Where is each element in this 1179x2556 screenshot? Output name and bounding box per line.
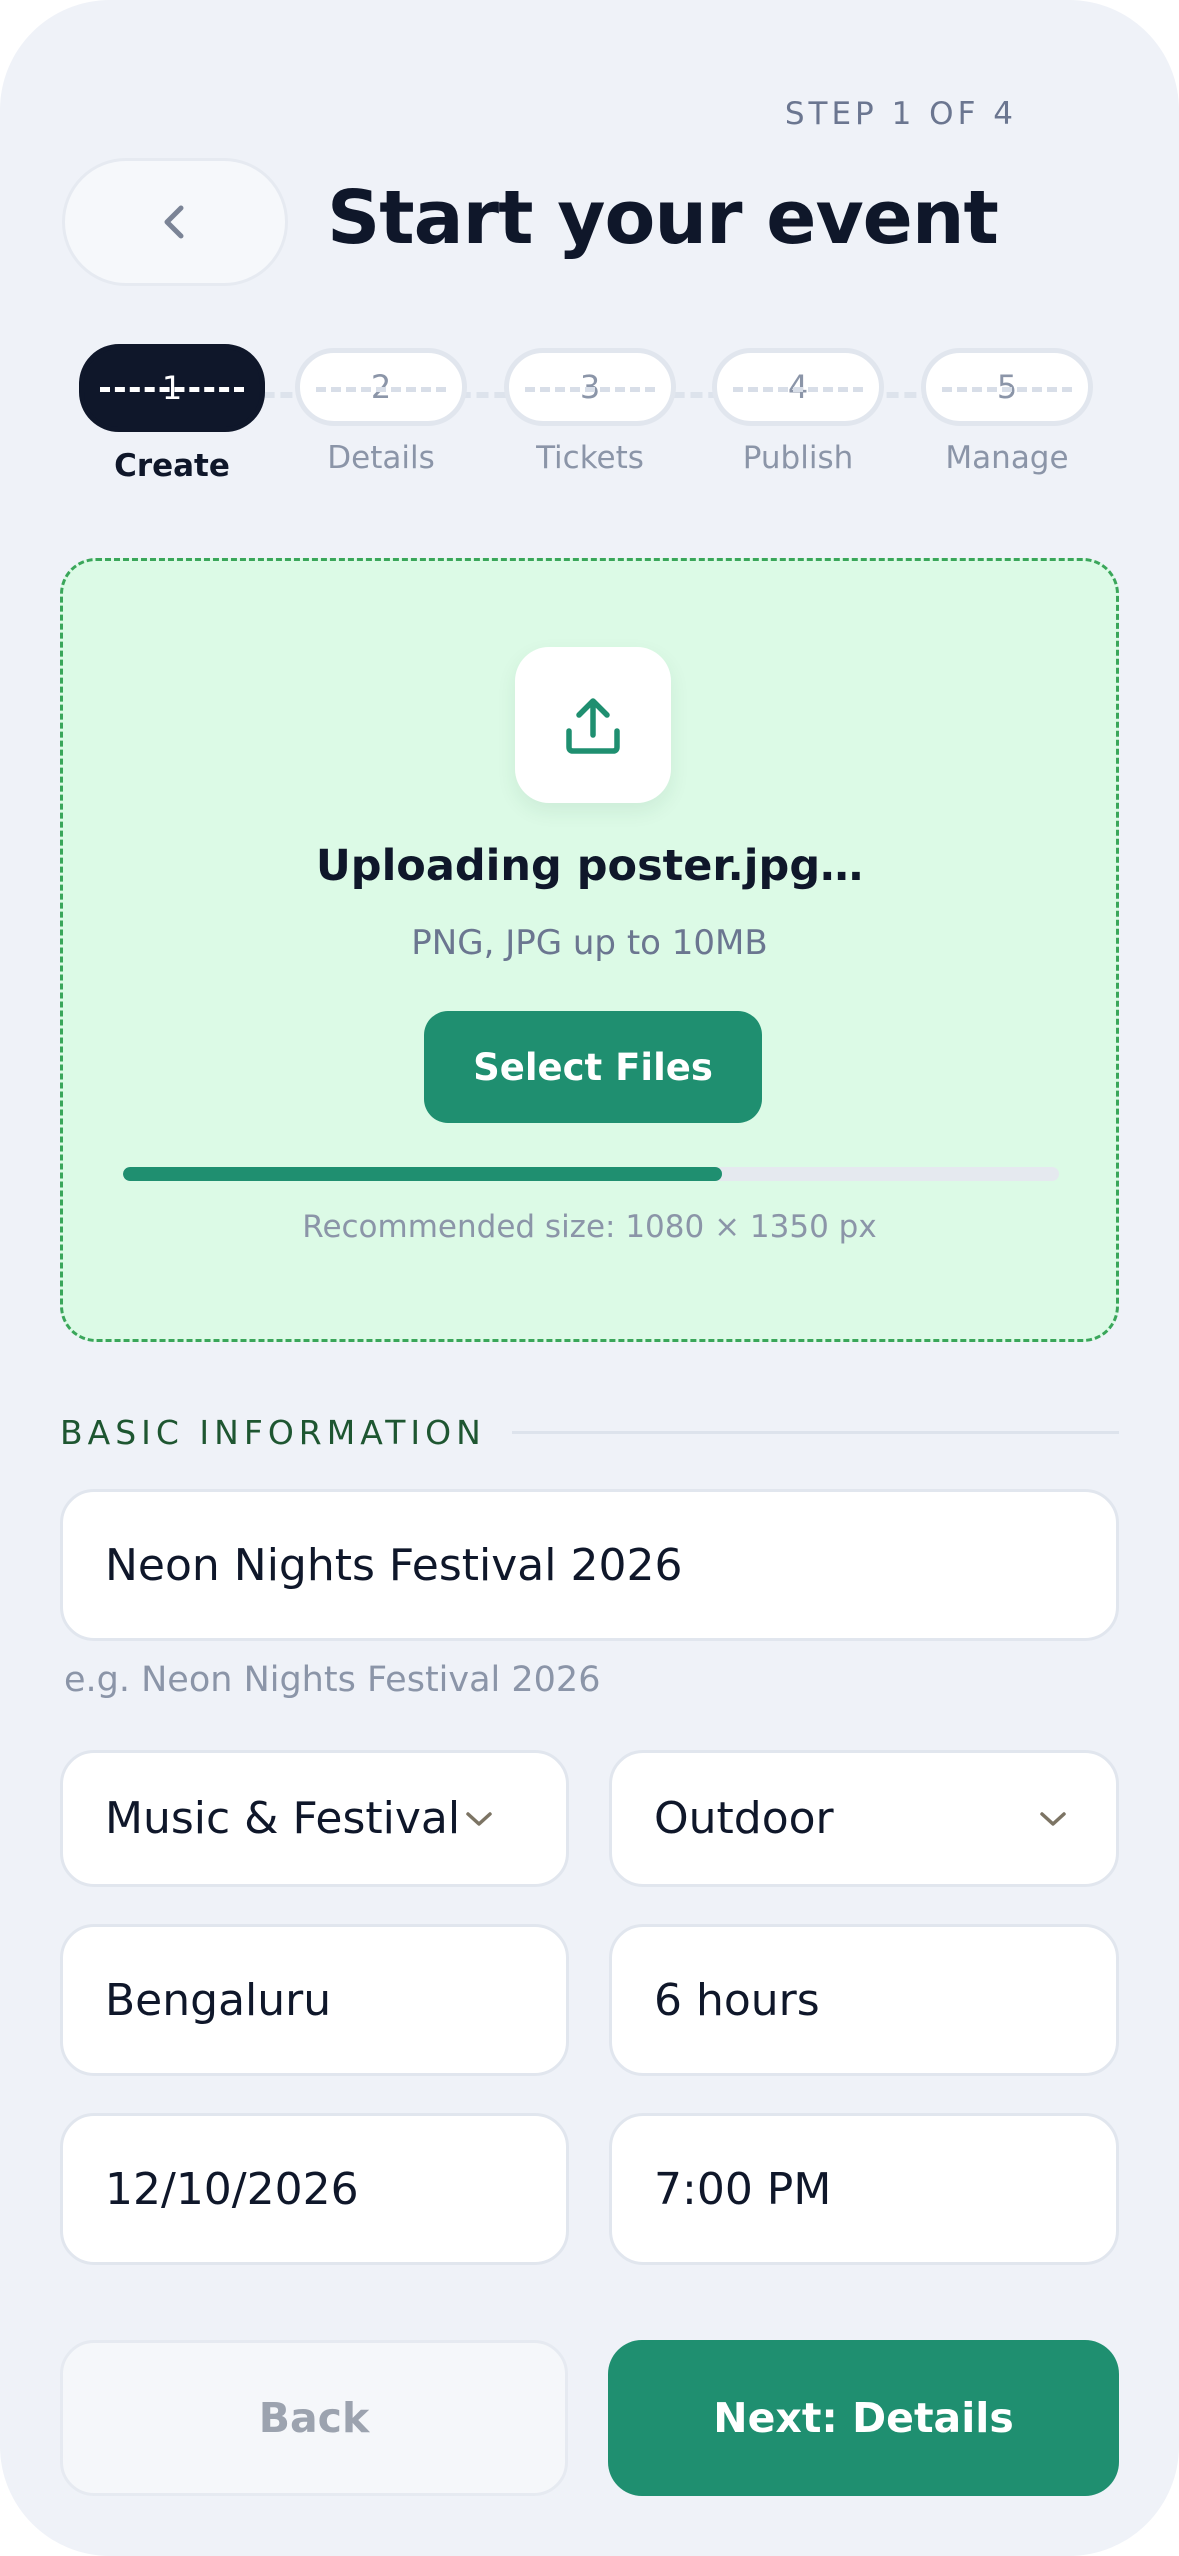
upload-icon-tile [515,647,671,803]
upload-format-hint: PNG, JPG up to 10MB [411,923,768,963]
event-name-value: Neon Nights Festival 2026 [105,1539,683,1591]
step-label: Details [327,440,435,476]
time-input[interactable]: 7:00 PM [609,2113,1119,2265]
upload-size-recommendation: Recommended size: 1080 × 1350 px [302,1209,877,1245]
step-tickets[interactable]: 3 Tickets [490,348,690,476]
back-footer-button[interactable]: Back [60,2340,568,2496]
upload-dropzone[interactable]: Uploading poster.jpg… PNG, JPG up to 10M… [60,558,1119,1342]
date-input[interactable]: 12/10/2026 [60,2113,569,2265]
chevron-left-icon [164,205,184,239]
basic-information-header: BASIC INFORMATION [60,1412,1119,1452]
duration-value: 6 hours [654,1974,820,2026]
upload-status-title: Uploading poster.jpg… [315,841,864,891]
category-value: Music & Festival [105,1793,461,1844]
step-details[interactable]: 2 Details [281,348,481,476]
next-details-button[interactable]: Next: Details [608,2340,1119,2496]
upload-progress-fill [123,1167,723,1181]
progress-stepper: 1 Create 2 Details 3 Tickets 4 Publish 5… [0,344,1179,508]
section-label: BASIC INFORMATION [60,1412,486,1452]
step-label: Manage [945,440,1069,476]
upload-icon [566,698,620,754]
step-label: Tickets [536,440,644,476]
step-indicator: STEP 1 OF 4 [784,96,1017,132]
time-value: 7:00 PM [654,2163,832,2215]
step-label: Create [114,448,230,484]
back-button[interactable] [62,158,288,286]
select-files-button[interactable]: Select Files [424,1011,762,1123]
screen: STEP 1 OF 4 Start your event 1 Create 2 … [0,0,1179,2556]
venue-type-value: Outdoor [654,1793,834,1844]
section-divider [511,1430,1119,1434]
step-label: Publish [742,440,854,476]
step-number: 5 [921,348,1093,426]
step-create[interactable]: 1 Create [72,344,272,484]
chevron-down-icon [1040,1811,1066,1826]
step-number: 1 [79,344,265,432]
step-number: 3 [504,348,676,426]
category-select[interactable]: Music & Festival [60,1750,569,1887]
step-number: 4 [712,348,884,426]
chevron-down-icon [466,1811,492,1826]
upload-progress-bar [123,1167,1059,1181]
event-name-input[interactable]: Neon Nights Festival 2026 [60,1489,1119,1641]
step-manage[interactable]: 5 Manage [907,348,1107,476]
venue-type-select[interactable]: Outdoor [609,1750,1119,1887]
duration-input[interactable]: 6 hours [609,1924,1119,2076]
event-name-helper: e.g. Neon Nights Festival 2026 [64,1660,601,1700]
page-title: Start your event [327,175,999,261]
city-value: Bengaluru [105,1974,332,2026]
step-number: 2 [295,348,467,426]
date-value: 12/10/2026 [105,2163,359,2215]
city-input[interactable]: Bengaluru [60,1924,569,2076]
step-publish[interactable]: 4 Publish [698,348,898,476]
